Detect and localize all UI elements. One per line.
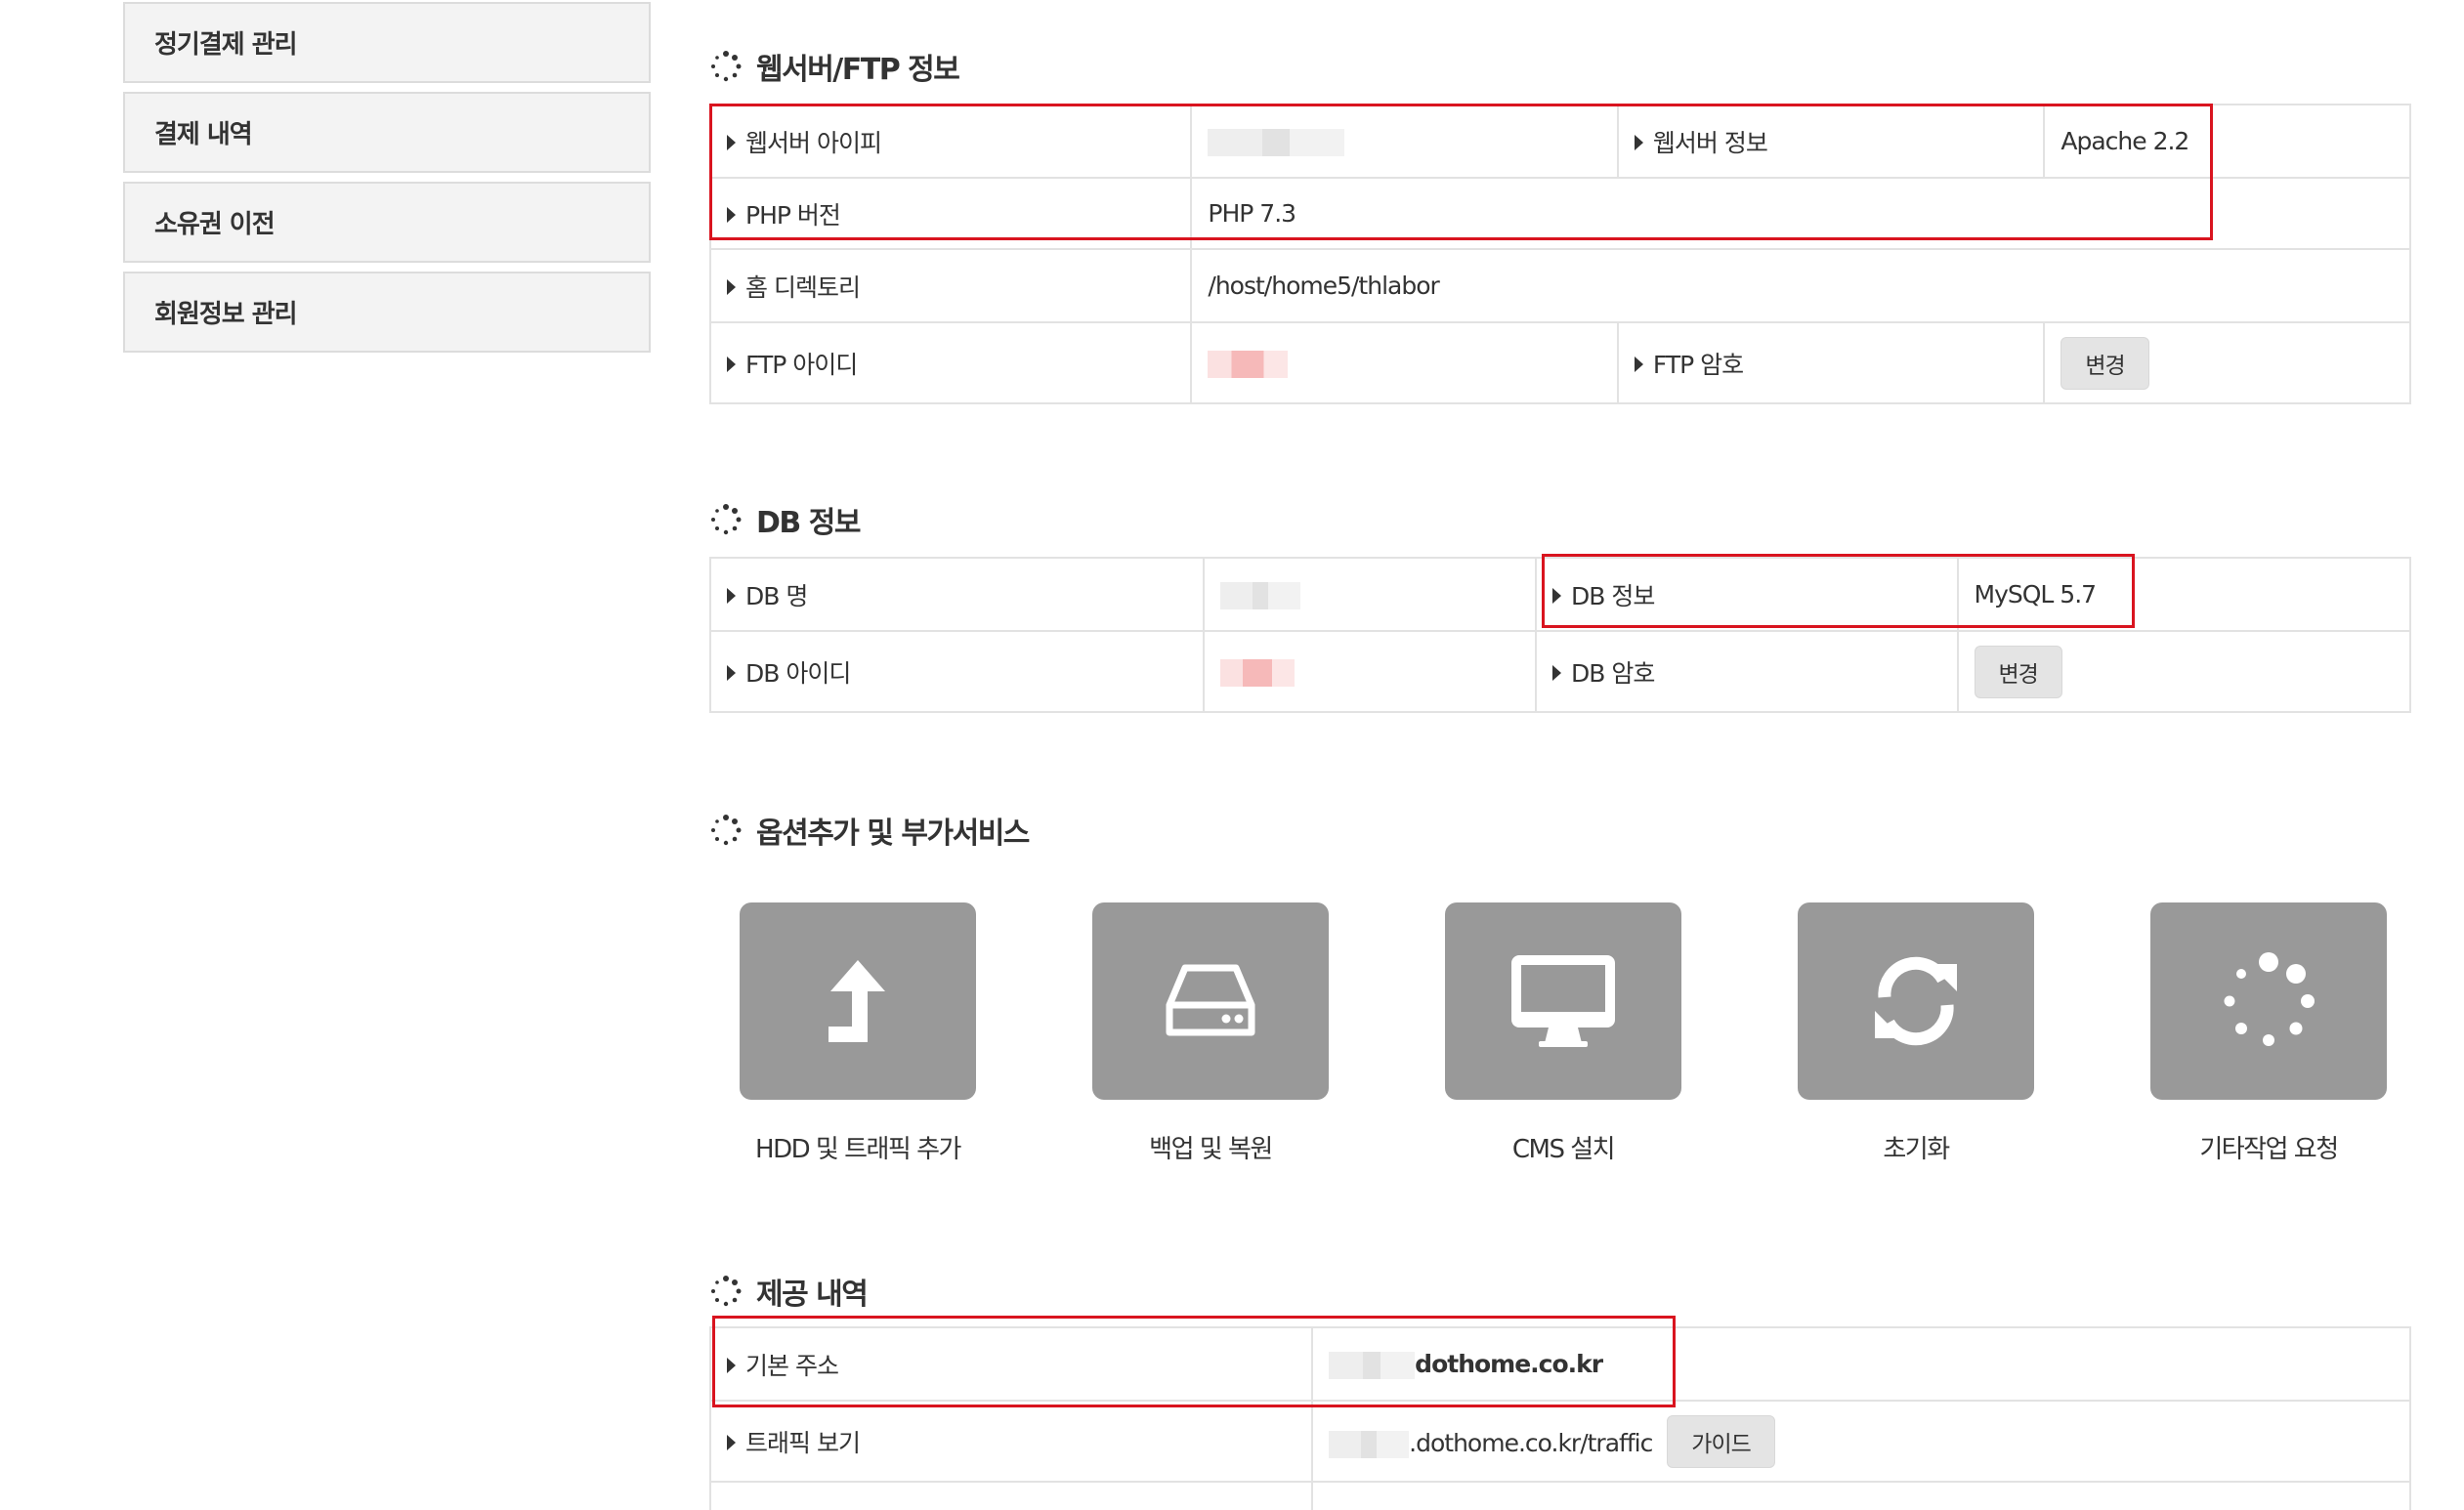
- sidebar-item-payment-history[interactable]: 결제 내역: [123, 92, 651, 173]
- spinner-icon: [711, 815, 742, 846]
- sidebar-item-recurring-payment[interactable]: 정기결제 관리: [123, 2, 651, 83]
- service-tile[interactable]: [740, 902, 976, 1100]
- table-row: PHP 버전 PHP 7.3: [708, 177, 2411, 250]
- spinner-icon: [711, 504, 742, 535]
- db-name-label: DB 명: [708, 557, 1206, 632]
- service-hdd-traffic[interactable]: HDD 및 트래픽 추가: [740, 902, 976, 1165]
- base-address-value: dothome.co.kr: [1415, 1349, 1603, 1378]
- ftp-password-label: FTP 암호: [1616, 321, 2046, 404]
- refresh-icon: [1875, 956, 1957, 1046]
- spinner-icon: [711, 51, 742, 82]
- sidebar: 정기결제 관리 결제 내역 소유권 이전 회원정보 관리: [123, 0, 651, 361]
- db-name-value: [1203, 557, 1538, 632]
- section-title-provided: 제공 내역: [709, 1270, 869, 1313]
- sidebar-item-ownership-transfer[interactable]: 소유권 이전: [123, 182, 651, 263]
- table-row: 트래픽 보기 .dothome.co.kr/traffic 가이드: [708, 1400, 2411, 1483]
- db-info-label: DB 정보: [1535, 557, 1959, 632]
- hard-drive-icon: [1166, 964, 1255, 1036]
- service-tile[interactable]: [1092, 902, 1329, 1100]
- section-title-text: 제공 내역: [756, 1278, 869, 1312]
- base-address-label: 기본 주소: [708, 1326, 1314, 1402]
- service-tile[interactable]: [1445, 902, 1681, 1100]
- db-password-label: DB 암호: [1535, 630, 1959, 713]
- section-title-text: 웹서버/FTP 정보: [756, 53, 960, 87]
- section-title-web-ftp: 웹서버/FTP 정보: [709, 45, 960, 88]
- provided-table: 기본 주소 dothome.co.kr 트래픽 보기 .dothome.co.k…: [708, 1326, 2411, 1510]
- php-version-value: PHP 7.3: [1190, 177, 2411, 250]
- cutoff-cell: [1311, 1481, 2411, 1510]
- traffic-view-cell: .dothome.co.kr/traffic 가이드: [1311, 1400, 2411, 1483]
- ftp-password-cell: 변경: [2043, 321, 2411, 404]
- db-id-label: DB 아이디: [708, 630, 1206, 713]
- web-ftp-table: 웹서버 아이피 웹서버 정보 Apache 2.2 PHP 버전 PHP 7.3…: [708, 104, 2411, 404]
- table-row: 웹서버 아이피 웹서버 정보 Apache 2.2: [708, 104, 2411, 179]
- traffic-guide-button[interactable]: 가이드: [1667, 1414, 1775, 1468]
- table-row: DB 아이디 DB 암호 변경: [708, 630, 2411, 713]
- service-tile[interactable]: [1798, 902, 2034, 1100]
- section-title-db: DB 정보: [709, 498, 861, 541]
- monitor-icon: [1511, 955, 1615, 1047]
- web-server-info-value: Apache 2.2: [2043, 104, 2411, 179]
- db-password-cell: 변경: [1956, 630, 2411, 713]
- web-ip-label: 웹서버 아이피: [708, 104, 1193, 179]
- db-table: DB 명 DB 정보 MySQL 5.7 DB 아이디 DB 암호 변경: [708, 557, 2411, 713]
- table-row: [708, 1481, 2411, 1510]
- sidebar-item-member-info[interactable]: 회원정보 관리: [123, 272, 651, 353]
- web-ip-value: [1190, 104, 1619, 179]
- ftp-id-value: [1190, 321, 1619, 404]
- base-address-cell: dothome.co.kr: [1311, 1326, 2411, 1402]
- section-title-text: 옵션추가 및 부가서비스: [756, 817, 1030, 851]
- spinner-icon: [2224, 952, 2315, 1046]
- table-row: DB 명 DB 정보 MySQL 5.7: [708, 557, 2411, 632]
- traffic-view-label: 트래픽 보기: [708, 1400, 1314, 1483]
- service-tile[interactable]: [2150, 902, 2387, 1100]
- traffic-url-link[interactable]: .dothome.co.kr/traffic: [1409, 1429, 1653, 1457]
- cutoff-cell: [708, 1481, 1314, 1510]
- web-server-info-label: 웹서버 정보: [1616, 104, 2046, 179]
- table-row: 홈 디렉토리 /host/home5/thlabor: [708, 248, 2411, 323]
- service-label: CMS 설치: [1511, 1135, 1616, 1164]
- service-other-request[interactable]: 기타작업 요청: [2150, 902, 2387, 1165]
- home-directory-value: /host/home5/thlabor: [1190, 248, 2411, 323]
- service-label: 초기화: [1883, 1135, 1950, 1164]
- service-label: 백업 및 복원: [1149, 1135, 1273, 1164]
- ftp-id-label: FTP 아이디: [708, 321, 1193, 404]
- service-reset[interactable]: 초기화: [1798, 902, 2034, 1165]
- service-label: HDD 및 트래픽 추가: [755, 1135, 961, 1164]
- service-backup-restore[interactable]: 백업 및 복원: [1092, 902, 1329, 1165]
- ftp-password-change-button[interactable]: 변경: [2060, 336, 2149, 390]
- service-label: 기타작업 요청: [2199, 1135, 2339, 1164]
- upload-arrow-icon: [828, 960, 885, 1042]
- service-cms-install[interactable]: CMS 설치: [1445, 902, 1681, 1165]
- db-id-value: [1203, 630, 1538, 713]
- section-title-services: 옵션추가 및 부가서비스: [709, 809, 1030, 852]
- spinner-icon: [711, 1276, 742, 1307]
- table-row: FTP 아이디 FTP 암호 변경: [708, 321, 2411, 404]
- table-row: 기본 주소 dothome.co.kr: [708, 1326, 2411, 1402]
- db-password-change-button[interactable]: 변경: [1974, 645, 2062, 698]
- php-version-label: PHP 버전: [708, 177, 1193, 250]
- section-title-text: DB 정보: [756, 506, 861, 540]
- db-info-value: MySQL 5.7: [1956, 557, 2411, 632]
- home-directory-label: 홈 디렉토리: [708, 248, 1193, 323]
